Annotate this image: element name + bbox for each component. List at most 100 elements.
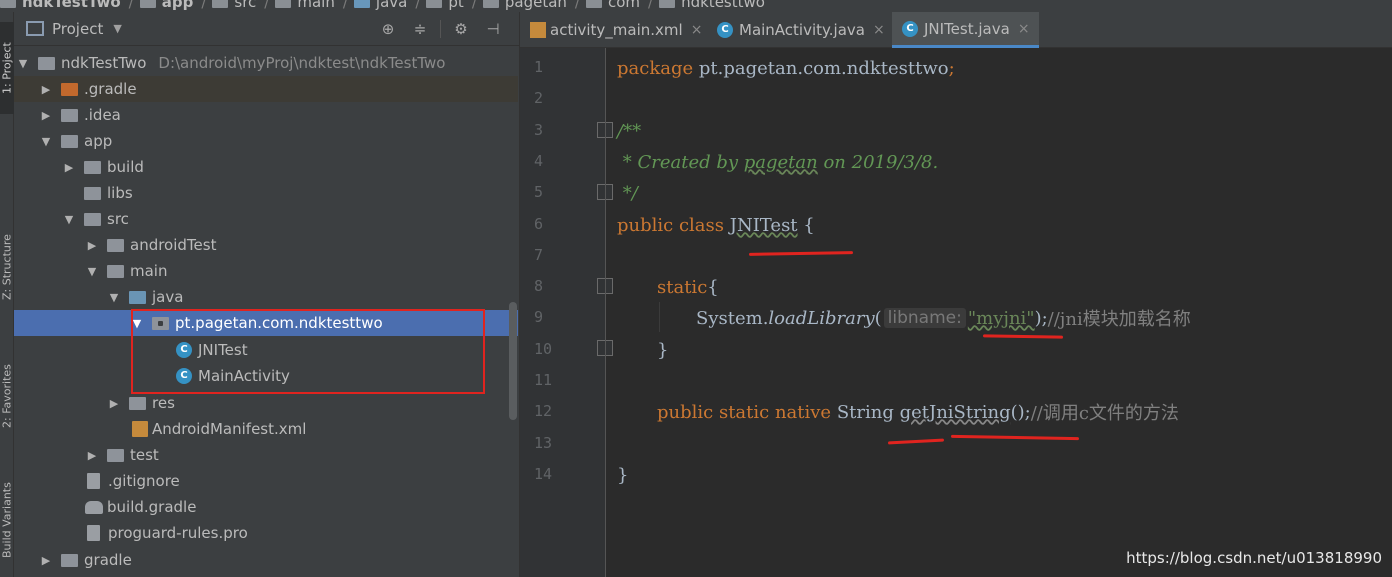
breadcrumb-item-src[interactable]: src [212, 0, 256, 11]
module-folder-icon [61, 134, 78, 148]
tab-build-variants-tool[interactable]: Build Variants [0, 468, 14, 573]
expanded-arrow-icon[interactable]: ▼ [16, 57, 30, 70]
tab-jnitest-java[interactable]: C JNITest.java × [892, 12, 1039, 48]
line-number-gutter: 1 2 3 4 5 6 7 8 9 10 11 12 13 14 [520, 48, 613, 577]
red-underline-string [887, 438, 945, 445]
tree-item-build-gradle[interactable]: build.gradle [14, 494, 518, 520]
tree-item-main[interactable]: ▼ main [14, 258, 518, 284]
expanded-arrow-icon[interactable]: ▼ [85, 265, 99, 278]
locate-target-icon[interactable]: ⊕ [376, 17, 400, 41]
tree-item-src[interactable]: ▼ src [14, 206, 518, 232]
java-class-icon: C [176, 342, 192, 358]
line-number: 6 [534, 215, 544, 233]
tree-item-idea[interactable]: ▶ .idea [14, 102, 518, 128]
folder-icon [61, 553, 78, 567]
line-number: 7 [534, 246, 544, 264]
java-class-icon: C [717, 22, 733, 38]
line-number: 10 [534, 340, 553, 358]
tree-item-package[interactable]: ▼ pt.pagetan.com.ndktesttwo [14, 310, 518, 336]
folder-icon [139, 0, 156, 8]
code-line-1: package pt.pagetan.com.ndktesttwo; [617, 57, 955, 79]
tree-item-dot-gradle[interactable]: ▶ .gradle [14, 76, 518, 102]
collapsed-arrow-icon[interactable]: ▶ [85, 239, 99, 252]
tree-item-java[interactable]: ▼ java [14, 284, 518, 310]
line-number: 2 [534, 89, 544, 107]
tree-item-androidtest[interactable]: ▶ androidTest [14, 232, 518, 258]
tree-item-androidmanifest[interactable]: AndroidManifest.xml [14, 416, 518, 442]
breadcrumb-item-app[interactable]: app [139, 0, 193, 11]
code-line-3: /** [617, 120, 642, 142]
breadcrumb-item-ndktesttwo[interactable]: ndktesttwo [659, 0, 765, 11]
resources-folder-icon [129, 396, 146, 410]
tree-item-root[interactable]: ▼ ndkTestTwo D:\android\myProj\ndktest\n… [14, 50, 518, 76]
project-path: D:\android\myProj\ndktest\ndkTestTwo [158, 54, 446, 72]
code-line-12: public static native String getJniString… [657, 401, 1179, 425]
breadcrumb-item-com[interactable]: com [585, 0, 640, 11]
folder-icon [61, 82, 78, 96]
breadcrumb-item-pt[interactable]: pt [426, 0, 464, 11]
collapsed-arrow-icon[interactable]: ▶ [62, 161, 76, 174]
tree-item-test[interactable]: ▶ test [14, 442, 518, 468]
line-number: 3 [534, 121, 544, 139]
line-number: 4 [534, 152, 544, 170]
parameter-hint: libname: [883, 308, 966, 328]
package-icon [659, 0, 676, 8]
toolbar-divider [440, 20, 441, 38]
tree-item-build[interactable]: ▶ build [14, 154, 518, 180]
collapsed-arrow-icon[interactable]: ▶ [39, 83, 53, 96]
expanded-arrow-icon[interactable]: ▼ [130, 317, 144, 330]
tree-item-res[interactable]: ▶ res [14, 390, 518, 416]
breadcrumb-item-java[interactable]: java [353, 0, 407, 11]
tree-item-app[interactable]: ▼ app [14, 128, 518, 154]
expanded-arrow-icon[interactable]: ▼ [39, 135, 53, 148]
line-number: 12 [534, 402, 553, 420]
folder-icon [212, 0, 229, 8]
project-toolbar: ⊕ ≑ ⚙ ⊣ [368, 12, 505, 46]
breadcrumb-item-pagetan[interactable]: pagetan [482, 0, 567, 11]
tab-structure-tool[interactable]: Z: Structure [0, 208, 14, 326]
close-icon[interactable]: × [873, 22, 885, 38]
code-line-8: static{ [657, 276, 719, 298]
folder-icon [107, 264, 124, 278]
project-panel: Project ▼ ⊕ ≑ ⚙ ⊣ ▼ ndkTestTwo D:\androi… [14, 12, 519, 577]
tab-project-tool[interactable]: 1: Project [0, 22, 14, 114]
close-icon[interactable]: × [1018, 21, 1030, 37]
code-editor: activity_main.xml × C MainActivity.java … [519, 12, 1392, 577]
collapsed-arrow-icon[interactable]: ▶ [39, 109, 53, 122]
breadcrumb: ndkTestTwo / app / src / main / java / pt / pa… [0, 0, 1392, 12]
project-view-selector[interactable]: Project ▼ [26, 20, 122, 38]
tree-item-gradle[interactable]: ▶ gradle [14, 547, 518, 573]
tree-item-mainactivity[interactable]: C MainActivity [14, 363, 518, 389]
collapsed-arrow-icon[interactable]: ▶ [107, 397, 121, 410]
breadcrumb-separator: / [201, 0, 207, 11]
tree-item-gitignore[interactable]: .gitignore [14, 468, 518, 494]
collapsed-arrow-icon[interactable]: ▶ [39, 554, 53, 567]
hide-panel-icon[interactable]: ⊣ [481, 17, 505, 41]
package-icon [426, 0, 443, 8]
gradle-elephant-icon [85, 500, 103, 514]
tree-item-proguard[interactable]: proguard-rules.pro [14, 520, 518, 546]
expanded-arrow-icon[interactable]: ▼ [62, 213, 76, 226]
folder-icon [38, 56, 55, 70]
tab-activity-main-xml[interactable]: activity_main.xml × [520, 12, 706, 48]
close-icon[interactable]: × [691, 22, 703, 38]
left-tool-strip: 1: Project Z: Structure 2: Favorites Bui… [0, 12, 14, 577]
tree-scrollbar[interactable] [509, 302, 517, 420]
tab-favorites-tool[interactable]: 2: Favorites [0, 342, 14, 450]
breadcrumb-item-project[interactable]: ndkTestTwo [0, 0, 121, 11]
tree-item-jnitest[interactable]: C JNITest [14, 337, 518, 363]
breadcrumb-item-main[interactable]: main [275, 0, 335, 11]
folder-icon [61, 108, 78, 122]
code-line-14: } [617, 464, 629, 486]
collapsed-arrow-icon[interactable]: ▶ [85, 449, 99, 462]
gear-icon[interactable]: ⚙ [449, 17, 473, 41]
breadcrumb-separator: / [264, 0, 270, 11]
expanded-arrow-icon[interactable]: ▼ [107, 291, 121, 304]
collapse-all-icon[interactable]: ≑ [408, 17, 432, 41]
code-line-9: System. loadLibrary(libname: "myjni");//jn… [696, 307, 1191, 331]
java-class-icon: C [176, 368, 192, 384]
tree-item-libs[interactable]: libs [14, 180, 518, 206]
tab-mainactivity-java[interactable]: C MainActivity.java × [707, 12, 891, 48]
indent-guide [659, 302, 660, 332]
breadcrumb-separator: / [648, 0, 654, 11]
